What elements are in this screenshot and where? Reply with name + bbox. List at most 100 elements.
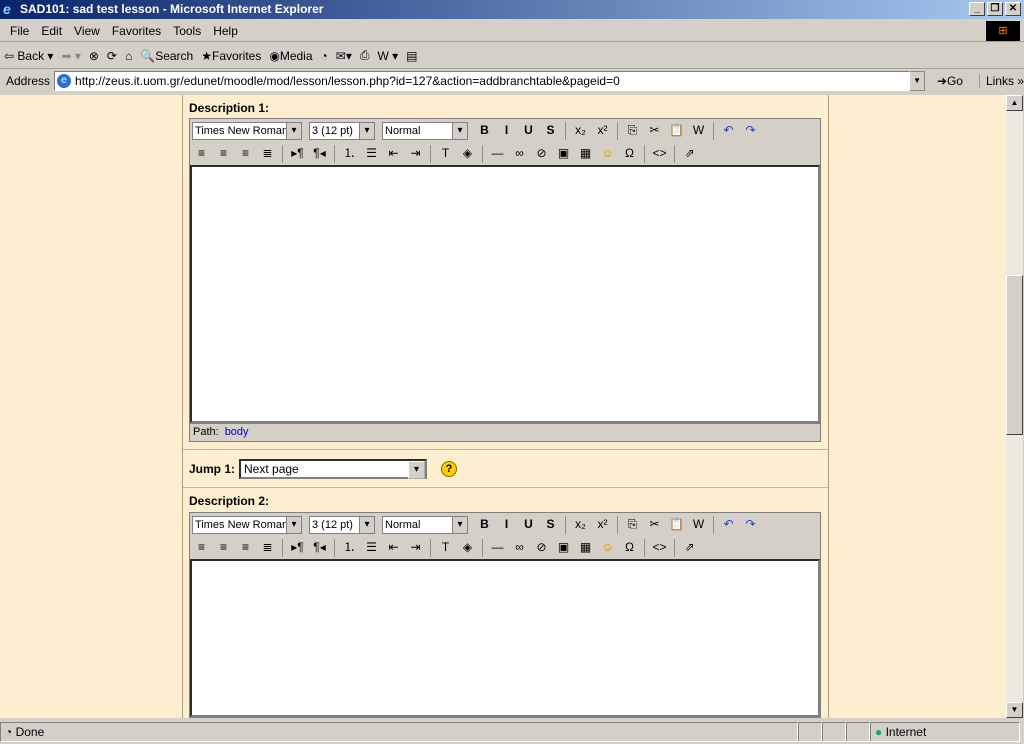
- bold-icon[interactable]: B: [475, 515, 494, 534]
- font-select[interactable]: Times New Roman: [192, 121, 302, 140]
- copy-icon[interactable]: ⎘: [623, 515, 642, 534]
- text-color-icon[interactable]: T: [436, 538, 455, 557]
- align-left-icon[interactable]: ≡: [192, 538, 211, 557]
- search-button[interactable]: 🔍Search: [140, 49, 193, 63]
- horizontal-rule-icon[interactable]: —: [488, 144, 507, 163]
- mail-icon[interactable]: ✉▾: [336, 49, 352, 63]
- smiley-icon[interactable]: ☺: [598, 538, 617, 557]
- table-icon[interactable]: ▦: [576, 144, 595, 163]
- superscript-icon[interactable]: x²: [593, 121, 612, 140]
- ltr-icon[interactable]: ▸¶: [288, 144, 307, 163]
- superscript-icon[interactable]: x²: [593, 515, 612, 534]
- bold-icon[interactable]: B: [475, 121, 494, 140]
- underline-icon[interactable]: U: [519, 121, 538, 140]
- subscript-icon[interactable]: x₂: [571, 515, 590, 534]
- special-char-icon[interactable]: Ω: [620, 144, 639, 163]
- description-1-textarea[interactable]: [190, 165, 820, 423]
- paste-word-icon[interactable]: W: [689, 121, 708, 140]
- undo-icon[interactable]: ↶: [719, 121, 738, 140]
- menu-edit[interactable]: Edit: [35, 24, 68, 38]
- justify-icon[interactable]: ≣: [258, 144, 277, 163]
- description-2-textarea[interactable]: [190, 559, 820, 717]
- favorites-button[interactable]: ★Favorites: [201, 49, 261, 63]
- strikethrough-icon[interactable]: S: [541, 121, 560, 140]
- print-icon[interactable]: ⎙: [360, 48, 370, 63]
- format-select[interactable]: Normal: [382, 121, 468, 140]
- html-source-icon[interactable]: <>: [650, 144, 669, 163]
- text-color-icon[interactable]: T: [436, 144, 455, 163]
- align-center-icon[interactable]: ≡: [214, 144, 233, 163]
- media-button[interactable]: ◉Media: [269, 49, 312, 63]
- format-select[interactable]: Normal: [382, 515, 468, 534]
- font-select[interactable]: Times New Roman: [192, 515, 302, 534]
- table-icon[interactable]: ▦: [576, 538, 595, 557]
- menu-tools[interactable]: Tools: [167, 24, 207, 38]
- bg-color-icon[interactable]: ◈: [458, 538, 477, 557]
- home-icon[interactable]: ⌂: [125, 49, 132, 63]
- italic-icon[interactable]: I: [497, 121, 516, 140]
- forward-button[interactable]: ➡ ▾: [61, 49, 80, 63]
- copy-icon[interactable]: ⎘: [623, 121, 642, 140]
- image-icon[interactable]: ▣: [554, 538, 573, 557]
- fullscreen-icon[interactable]: ⇗: [680, 144, 699, 163]
- align-center-icon[interactable]: ≡: [214, 538, 233, 557]
- bg-color-icon[interactable]: ◈: [458, 144, 477, 163]
- discuss-icon[interactable]: ▤: [406, 49, 417, 63]
- special-char-icon[interactable]: Ω: [620, 538, 639, 557]
- outdent-icon[interactable]: ⇤: [384, 538, 403, 557]
- smiley-icon[interactable]: ☺: [598, 144, 617, 163]
- horizontal-rule-icon[interactable]: —: [488, 538, 507, 557]
- cut-icon[interactable]: ✂: [645, 121, 664, 140]
- unlink-icon[interactable]: ⊘: [532, 144, 551, 163]
- paste-icon[interactable]: 📋: [667, 515, 686, 534]
- align-left-icon[interactable]: ≡: [192, 144, 211, 163]
- italic-icon[interactable]: I: [497, 515, 516, 534]
- paste-word-icon[interactable]: W: [689, 515, 708, 534]
- menu-file[interactable]: File: [4, 24, 35, 38]
- vertical-scrollbar[interactable]: ▲ ▼: [1006, 95, 1023, 718]
- scroll-up-button[interactable]: ▲: [1006, 95, 1023, 111]
- help-icon[interactable]: ?: [441, 461, 458, 477]
- indent-icon[interactable]: ⇥: [406, 538, 425, 557]
- size-select[interactable]: 3 (12 pt): [309, 515, 375, 534]
- link-icon[interactable]: ∞: [510, 144, 529, 163]
- ordered-list-icon[interactable]: ⒈: [340, 144, 359, 163]
- address-input[interactable]: e http://zeus.it.uom.gr/edunet/moodle/mod…: [54, 71, 911, 91]
- stop-icon[interactable]: ⊗: [89, 49, 99, 63]
- go-button[interactable]: ➜Go: [937, 74, 963, 88]
- redo-icon[interactable]: ↷: [741, 121, 760, 140]
- minimize-button[interactable]: _: [969, 2, 985, 16]
- fullscreen-icon[interactable]: ⇗: [680, 538, 699, 557]
- redo-icon[interactable]: ↷: [741, 515, 760, 534]
- justify-icon[interactable]: ≣: [258, 538, 277, 557]
- scroll-down-button[interactable]: ▼: [1006, 702, 1023, 718]
- rtl-icon[interactable]: ¶◂: [310, 538, 329, 557]
- align-right-icon[interactable]: ≡: [236, 144, 255, 163]
- strikethrough-icon[interactable]: S: [541, 515, 560, 534]
- jump-1-select[interactable]: Next page: [239, 459, 428, 479]
- close-button[interactable]: ✕: [1005, 2, 1021, 16]
- path-body-link[interactable]: body: [225, 426, 249, 438]
- indent-icon[interactable]: ⇥: [406, 144, 425, 163]
- link-icon[interactable]: ∞: [510, 538, 529, 557]
- menu-help[interactable]: Help: [207, 24, 244, 38]
- image-icon[interactable]: ▣: [554, 144, 573, 163]
- menu-favorites[interactable]: Favorites: [106, 24, 167, 38]
- restore-button[interactable]: ❐: [987, 2, 1003, 16]
- align-right-icon[interactable]: ≡: [236, 538, 255, 557]
- undo-icon[interactable]: ↶: [719, 515, 738, 534]
- html-source-icon[interactable]: <>: [650, 538, 669, 557]
- cut-icon[interactable]: ✂: [645, 515, 664, 534]
- links-button[interactable]: Links »: [978, 74, 1024, 88]
- unordered-list-icon[interactable]: ☰: [362, 538, 381, 557]
- underline-icon[interactable]: U: [519, 515, 538, 534]
- paste-icon[interactable]: 📋: [667, 121, 686, 140]
- size-select[interactable]: 3 (12 pt): [309, 121, 375, 140]
- ordered-list-icon[interactable]: ⒈: [340, 538, 359, 557]
- address-dropdown[interactable]: ▼: [909, 71, 925, 91]
- history-icon[interactable]: ◔: [321, 49, 328, 63]
- outdent-icon[interactable]: ⇤: [384, 144, 403, 163]
- rtl-icon[interactable]: ¶◂: [310, 144, 329, 163]
- menu-view[interactable]: View: [68, 24, 106, 38]
- unlink-icon[interactable]: ⊘: [532, 538, 551, 557]
